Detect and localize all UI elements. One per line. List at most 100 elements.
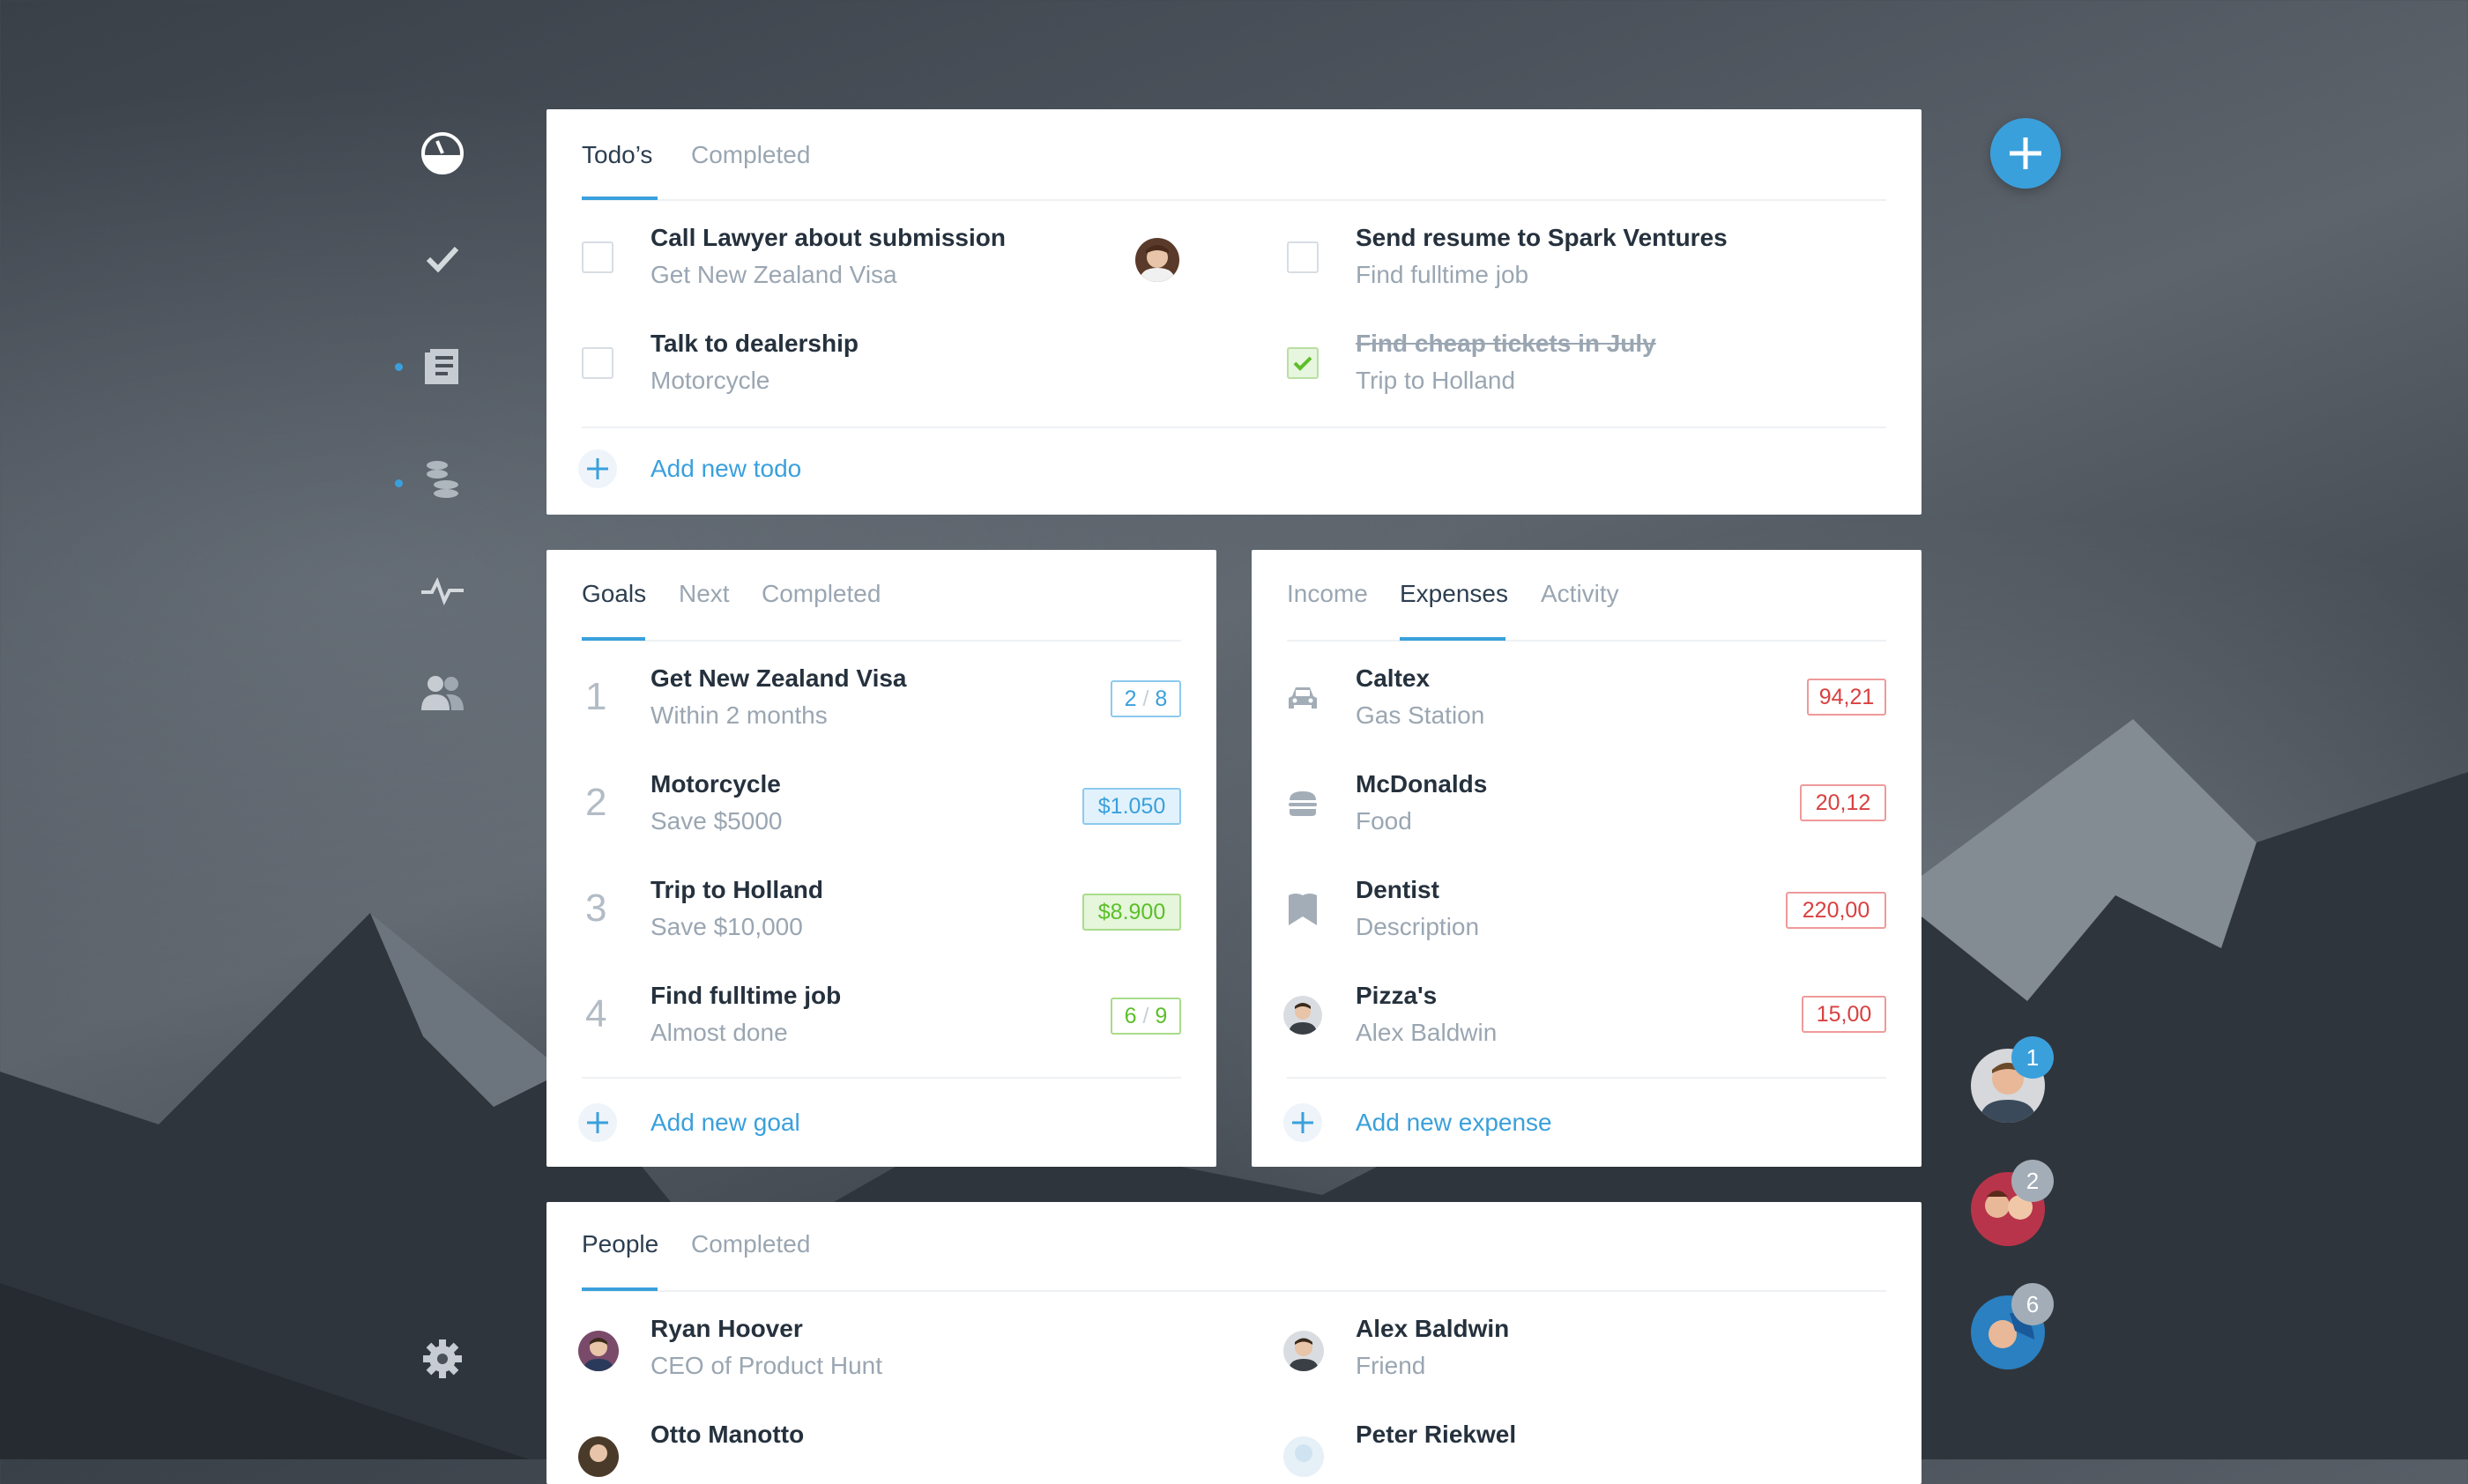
expense-amount: 20,12 bbox=[1800, 784, 1886, 821]
assignee-avatar bbox=[1135, 238, 1179, 282]
goal-number: 1 bbox=[585, 675, 607, 718]
goal-progress-badge: 6 / 9 bbox=[1111, 998, 1181, 1035]
add-expense-link[interactable]: Add new expense bbox=[1356, 1109, 1552, 1137]
expense-amount: 220,00 bbox=[1786, 892, 1886, 929]
todo-title: Talk to dealership bbox=[650, 330, 859, 357]
todo-subtitle: Trip to Holland bbox=[1356, 367, 1516, 394]
burger-icon bbox=[1285, 786, 1320, 821]
coins-icon[interactable] bbox=[423, 458, 462, 504]
tab-completed[interactable]: Completed bbox=[762, 580, 881, 608]
add-todo-icon[interactable] bbox=[578, 449, 617, 488]
goal-title: Trip to Holland bbox=[650, 876, 823, 903]
todo-checkbox[interactable] bbox=[1287, 241, 1319, 273]
tab-completed[interactable]: Completed bbox=[691, 1230, 810, 1258]
expense-title: Dentist bbox=[1356, 876, 1439, 903]
goals-card: Goals Next Completed 1 Get New Zealand V… bbox=[546, 550, 1216, 1167]
goal-number: 2 bbox=[585, 781, 607, 824]
finance-tabs: Income Expenses Activity bbox=[1287, 550, 1886, 642]
goal-subtitle: Save $5000 bbox=[650, 807, 783, 835]
person-role: Friend bbox=[1356, 1352, 1426, 1379]
expense-title: Pizza's bbox=[1356, 982, 1438, 1009]
expense-title: Caltex bbox=[1356, 664, 1431, 692]
tab-completed[interactable]: Completed bbox=[691, 141, 810, 169]
todo-checkbox-checked[interactable] bbox=[1287, 347, 1319, 379]
add-fab-button[interactable] bbox=[1990, 118, 2061, 189]
todo-subtitle: Motorcycle bbox=[650, 367, 770, 394]
add-expense-icon[interactable] bbox=[1283, 1103, 1322, 1142]
people-icon[interactable] bbox=[420, 673, 465, 712]
avatar bbox=[578, 1436, 619, 1477]
car-icon bbox=[1285, 680, 1320, 716]
todo-subtitle: Get New Zealand Visa bbox=[650, 261, 897, 288]
goal-amount-badge: $8.900 bbox=[1082, 894, 1181, 931]
expense-amount: 94,21 bbox=[1807, 679, 1886, 716]
tooth-icon bbox=[1287, 892, 1319, 927]
plus-icon bbox=[2010, 137, 2041, 169]
active-tab-indicator bbox=[582, 637, 645, 641]
tab-activity[interactable]: Activity bbox=[1541, 580, 1619, 608]
todos-tabs: Todo’s Completed bbox=[582, 109, 1886, 201]
avatar bbox=[1283, 1436, 1324, 1477]
goal-number: 3 bbox=[585, 887, 607, 930]
tab-income[interactable]: Income bbox=[1287, 580, 1368, 608]
todos-card: Todo’s Completed Call Lawyer about submi… bbox=[546, 109, 1922, 515]
add-todo-link[interactable]: Add new todo bbox=[650, 455, 801, 483]
expense-subtitle: Alex Baldwin bbox=[1356, 1019, 1498, 1046]
tab-next[interactable]: Next bbox=[679, 580, 730, 608]
person-role: CEO of Product Hunt bbox=[650, 1352, 883, 1379]
person-name: Ryan Hoover bbox=[650, 1315, 803, 1342]
goal-subtitle: Within 2 months bbox=[650, 701, 828, 729]
add-goal-icon[interactable] bbox=[578, 1103, 617, 1142]
goal-title: Motorcycle bbox=[650, 770, 781, 798]
document-icon[interactable] bbox=[423, 345, 462, 388]
avatar bbox=[1283, 1331, 1324, 1371]
active-tab-indicator bbox=[1400, 637, 1505, 641]
person-name: Otto Manotto bbox=[650, 1421, 805, 1448]
finance-card: Income Expenses Activity Caltex Gas Stat… bbox=[1252, 550, 1922, 1167]
person-name: Peter Riekwel bbox=[1356, 1421, 1517, 1448]
goal-subtitle: Almost done bbox=[650, 1019, 788, 1046]
tab-todos[interactable]: Todo’s bbox=[582, 141, 652, 169]
avatar bbox=[578, 1331, 619, 1371]
expense-subtitle: Gas Station bbox=[1356, 701, 1485, 729]
goal-progress-badge: 2 / 8 bbox=[1111, 680, 1181, 717]
todo-subtitle: Find fulltime job bbox=[1356, 261, 1529, 288]
expense-subtitle: Food bbox=[1356, 807, 1412, 835]
unread-dot bbox=[395, 363, 403, 371]
goal-title: Find fulltime job bbox=[650, 982, 842, 1009]
active-tab-indicator bbox=[582, 1287, 658, 1291]
goals-tabs: Goals Next Completed bbox=[582, 550, 1181, 642]
todo-title: Send resume to Spark Ventures bbox=[1356, 224, 1728, 251]
unread-dot bbox=[395, 479, 403, 487]
people-card: People Completed Ryan Hoover CEO of Prod… bbox=[546, 1202, 1922, 1484]
active-tab-indicator bbox=[582, 197, 658, 200]
todo-checkbox[interactable] bbox=[582, 241, 613, 273]
todo-checkbox[interactable] bbox=[582, 347, 613, 379]
gear-icon[interactable] bbox=[421, 1338, 464, 1380]
divider bbox=[1287, 1077, 1886, 1079]
activity-icon[interactable] bbox=[420, 573, 465, 608]
add-goal-link[interactable]: Add new goal bbox=[650, 1109, 800, 1137]
tab-expenses[interactable]: Expenses bbox=[1400, 580, 1508, 608]
goal-amount-badge: $1.050 bbox=[1082, 788, 1181, 825]
goal-number: 4 bbox=[585, 992, 607, 1035]
divider bbox=[582, 1077, 1181, 1079]
person-name: Alex Baldwin bbox=[1356, 1315, 1510, 1342]
todo-title: Call Lawyer about submission bbox=[650, 224, 1006, 251]
dashboard-icon[interactable] bbox=[420, 130, 465, 176]
unread-count-badge: 6 bbox=[2011, 1283, 2054, 1325]
checkmark-icon[interactable] bbox=[423, 240, 462, 278]
checkmark-icon bbox=[1293, 356, 1312, 371]
people-tabs: People Completed bbox=[582, 1202, 1886, 1292]
todo-title-done: Find cheap tickets in July bbox=[1356, 330, 1656, 357]
divider bbox=[582, 427, 1886, 428]
expense-title: McDonalds bbox=[1356, 770, 1488, 798]
tab-people[interactable]: People bbox=[582, 1230, 658, 1258]
goal-title: Get New Zealand Visa bbox=[650, 664, 907, 692]
expense-amount: 15,00 bbox=[1802, 996, 1886, 1033]
expense-subtitle: Description bbox=[1356, 913, 1480, 940]
tab-goals[interactable]: Goals bbox=[582, 580, 646, 608]
unread-count-badge: 2 bbox=[2011, 1160, 2054, 1202]
goal-subtitle: Save $10,000 bbox=[650, 913, 803, 940]
unread-count-badge: 1 bbox=[2011, 1036, 2054, 1079]
